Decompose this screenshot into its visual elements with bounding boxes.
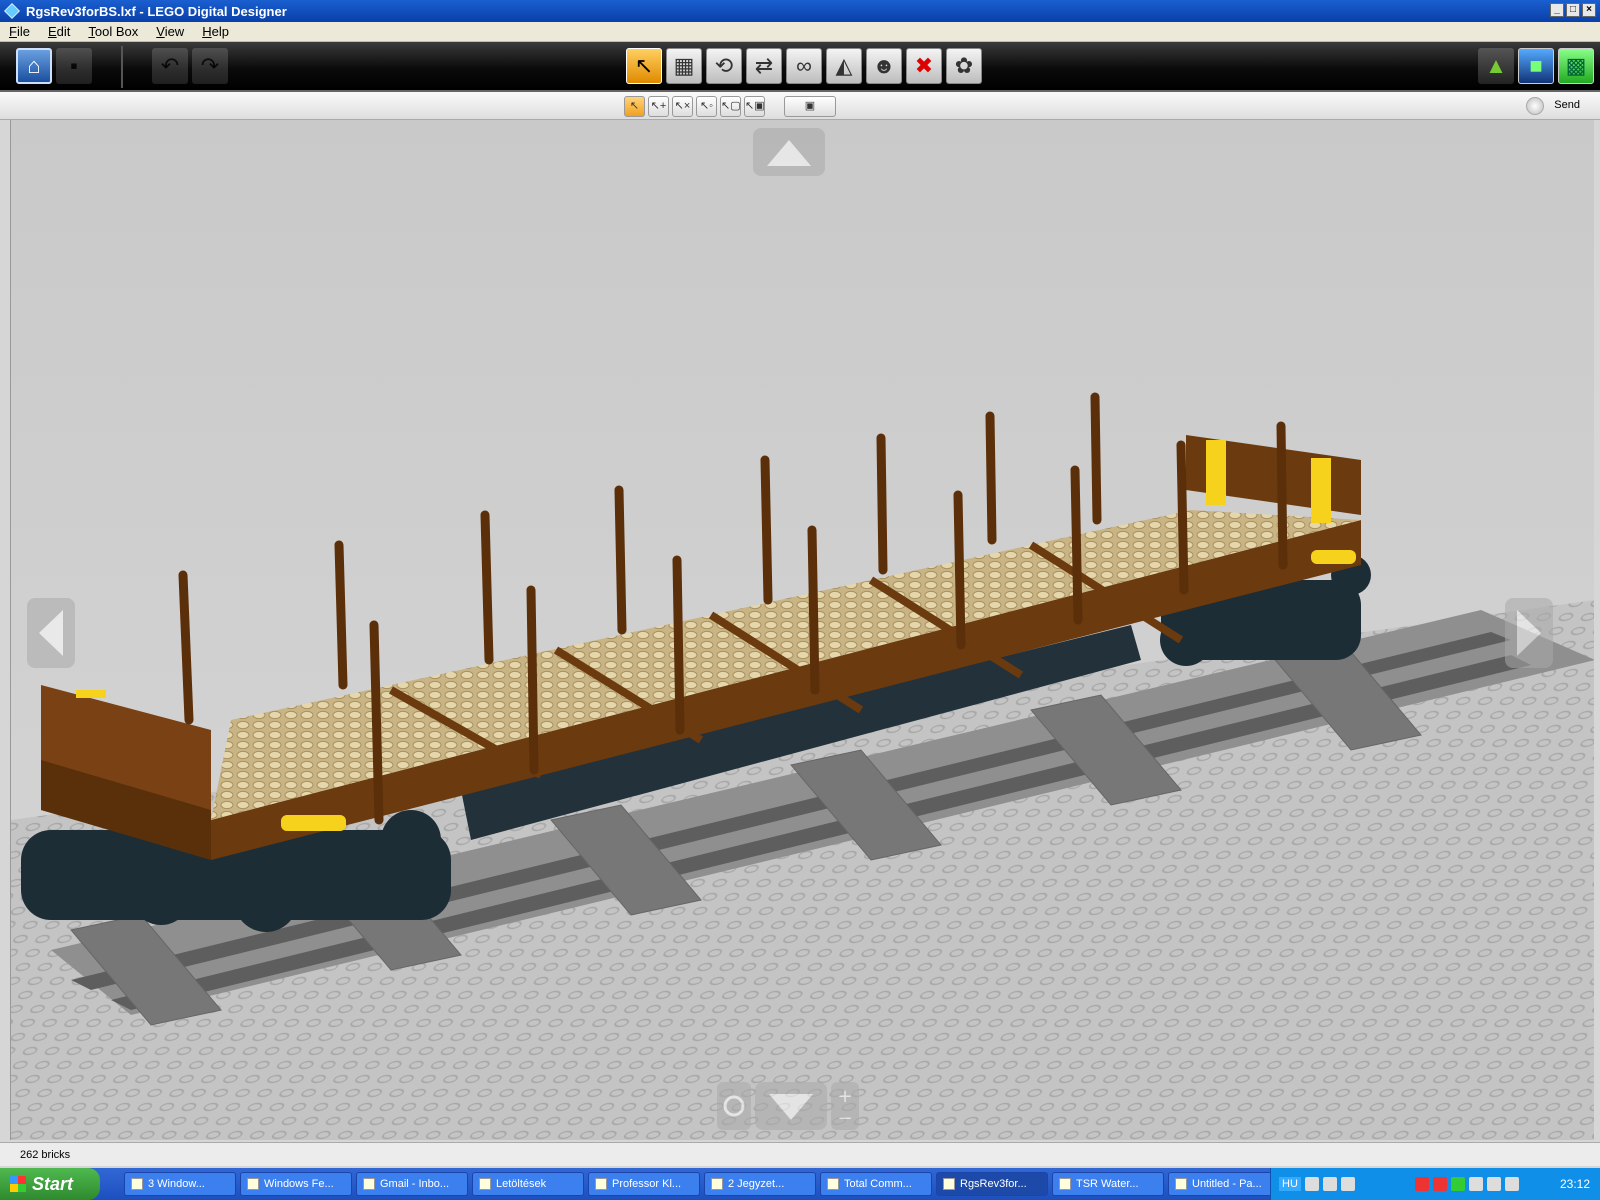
- menu-bar: File Edit Tool Box View Help: [0, 22, 1600, 42]
- scene-canvas: [11, 392, 1594, 1140]
- menu-view[interactable]: View: [147, 24, 193, 39]
- 3d-viewport[interactable]: + −: [10, 120, 1594, 1140]
- tray-icon[interactable]: [1432, 1177, 1447, 1191]
- folder-icon: [131, 1178, 143, 1190]
- taskbar-item[interactable]: Windows Fe...: [240, 1172, 352, 1196]
- clock[interactable]: 23:12: [1560, 1177, 1590, 1191]
- menu-toolbox[interactable]: Tool Box: [79, 24, 147, 39]
- main-toolbar: ⌂ ▪ ↶ ↷ ↖ ▦ ⟲ ⇄ ∞ ◭ ☻ ✖ ✿ ▲ ■ ▩: [0, 42, 1600, 92]
- notepad-icon: [711, 1178, 723, 1190]
- window-icon: [247, 1178, 259, 1190]
- title-bar: RgsRev3forBS.lxf - LEGO Digital Designer…: [0, 0, 1600, 22]
- tray-icon[interactable]: [1322, 1177, 1337, 1191]
- brick-count: 262 bricks: [20, 1149, 71, 1161]
- taskbar-item[interactable]: Total Comm...: [820, 1172, 932, 1196]
- color-select-button[interactable]: ↖▢: [720, 96, 741, 117]
- firefox-icon: [479, 1178, 491, 1190]
- taskbar-item[interactable]: 3 Window...: [124, 1172, 236, 1196]
- rotate-down-arrow-icon[interactable]: [755, 1082, 827, 1130]
- menu-edit[interactable]: Edit: [39, 24, 79, 39]
- menu-help[interactable]: Help: [193, 24, 238, 39]
- minimize-button[interactable]: _: [1550, 3, 1564, 17]
- taskbar-item[interactable]: Letöltések: [472, 1172, 584, 1196]
- taskbar: Start 3 Window... Windows Fe... Gmail - …: [0, 1168, 1600, 1200]
- sub-toolbar: ↖ ↖+ ↖× ↖◦ ↖▢ ↖▣ ▣ Send: [0, 92, 1600, 120]
- send-label[interactable]: Send: [1554, 99, 1580, 111]
- windows-flag-icon: [10, 1176, 26, 1192]
- front-buffer: [281, 815, 346, 831]
- hide-icon[interactable]: ☻: [866, 48, 902, 84]
- app-icon: [595, 1178, 607, 1190]
- hinge-icon[interactable]: ⟲: [706, 48, 742, 84]
- flex-icon[interactable]: ∞: [786, 48, 822, 84]
- lego-app-icon: [4, 3, 20, 19]
- deselect-button[interactable]: ↖×: [672, 96, 693, 117]
- send-icon[interactable]: [1526, 97, 1544, 115]
- undo-icon[interactable]: ↶: [152, 48, 188, 84]
- disk-icon: [827, 1178, 839, 1190]
- hinge-align-icon[interactable]: ⇄: [746, 48, 782, 84]
- taskbar-item[interactable]: Professor Kl...: [588, 1172, 700, 1196]
- color-picker-icon[interactable]: ✿: [946, 48, 982, 84]
- delete-icon[interactable]: ✖: [906, 48, 942, 84]
- rotate-right-arrow-icon[interactable]: [1505, 598, 1553, 668]
- single-select-button[interactable]: ↖: [624, 96, 645, 117]
- mode-instructions-icon[interactable]: ▩: [1558, 48, 1594, 84]
- tray-icon[interactable]: [1304, 1177, 1319, 1191]
- tray-icon[interactable]: [1414, 1177, 1429, 1191]
- redo-icon[interactable]: ↷: [192, 48, 228, 84]
- group-button[interactable]: ▣: [784, 96, 836, 117]
- firefox-icon: [363, 1178, 375, 1190]
- maximize-button[interactable]: □: [1566, 3, 1580, 17]
- tray-icon[interactable]: [1340, 1177, 1355, 1191]
- window-icon: [1059, 1178, 1071, 1190]
- tray-icon[interactable]: [1486, 1177, 1501, 1191]
- start-button[interactable]: Start: [0, 1168, 100, 1200]
- paint-icon: [1175, 1178, 1187, 1190]
- system-tray: HU 23:12: [1270, 1168, 1600, 1200]
- multi-select-button[interactable]: ↖+: [648, 96, 669, 117]
- rotate-up-arrow-icon[interactable]: [753, 128, 825, 176]
- paint-icon[interactable]: ◭: [826, 48, 862, 84]
- taskbar-item[interactable]: TSR Water...: [1052, 1172, 1164, 1196]
- tray-icon[interactable]: [1468, 1177, 1483, 1191]
- svg-text:+: +: [837, 1086, 852, 1107]
- save-icon[interactable]: ▪: [56, 48, 92, 84]
- close-button[interactable]: ×: [1582, 3, 1596, 17]
- svg-text:−: −: [837, 1108, 852, 1129]
- menu-file[interactable]: File: [0, 24, 39, 39]
- taskbar-item[interactable]: Gmail - Inbo...: [356, 1172, 468, 1196]
- window-title: RgsRev3forBS.lxf - LEGO Digital Designer: [26, 3, 287, 19]
- tray-icon[interactable]: [1450, 1177, 1465, 1191]
- taskbar-item[interactable]: Untitled - Pa...: [1168, 1172, 1280, 1196]
- taskbar-item[interactable]: 2 Jegyzet...: [704, 1172, 816, 1196]
- toolbar-divider: [121, 46, 123, 88]
- taskbar-item-active[interactable]: RgsRev3for...: [936, 1172, 1048, 1196]
- reset-view-icon[interactable]: [717, 1082, 751, 1130]
- mode-build-icon[interactable]: ▲: [1478, 48, 1514, 84]
- clone-icon[interactable]: ▦: [666, 48, 702, 84]
- zoom-icon[interactable]: +−: [831, 1082, 859, 1130]
- connected-select-button[interactable]: ↖◦: [696, 96, 717, 117]
- home-icon[interactable]: ⌂: [16, 48, 52, 84]
- mode-view-icon[interactable]: ■: [1518, 48, 1554, 84]
- volume-icon[interactable]: [1504, 1177, 1519, 1191]
- rotate-left-arrow-icon[interactable]: [27, 598, 75, 668]
- status-bar: 262 bricks: [0, 1142, 1600, 1166]
- lego-icon: [943, 1178, 955, 1190]
- shape-select-button[interactable]: ↖▣: [744, 96, 765, 117]
- language-indicator[interactable]: HU: [1279, 1177, 1301, 1191]
- select-icon[interactable]: ↖: [626, 48, 662, 84]
